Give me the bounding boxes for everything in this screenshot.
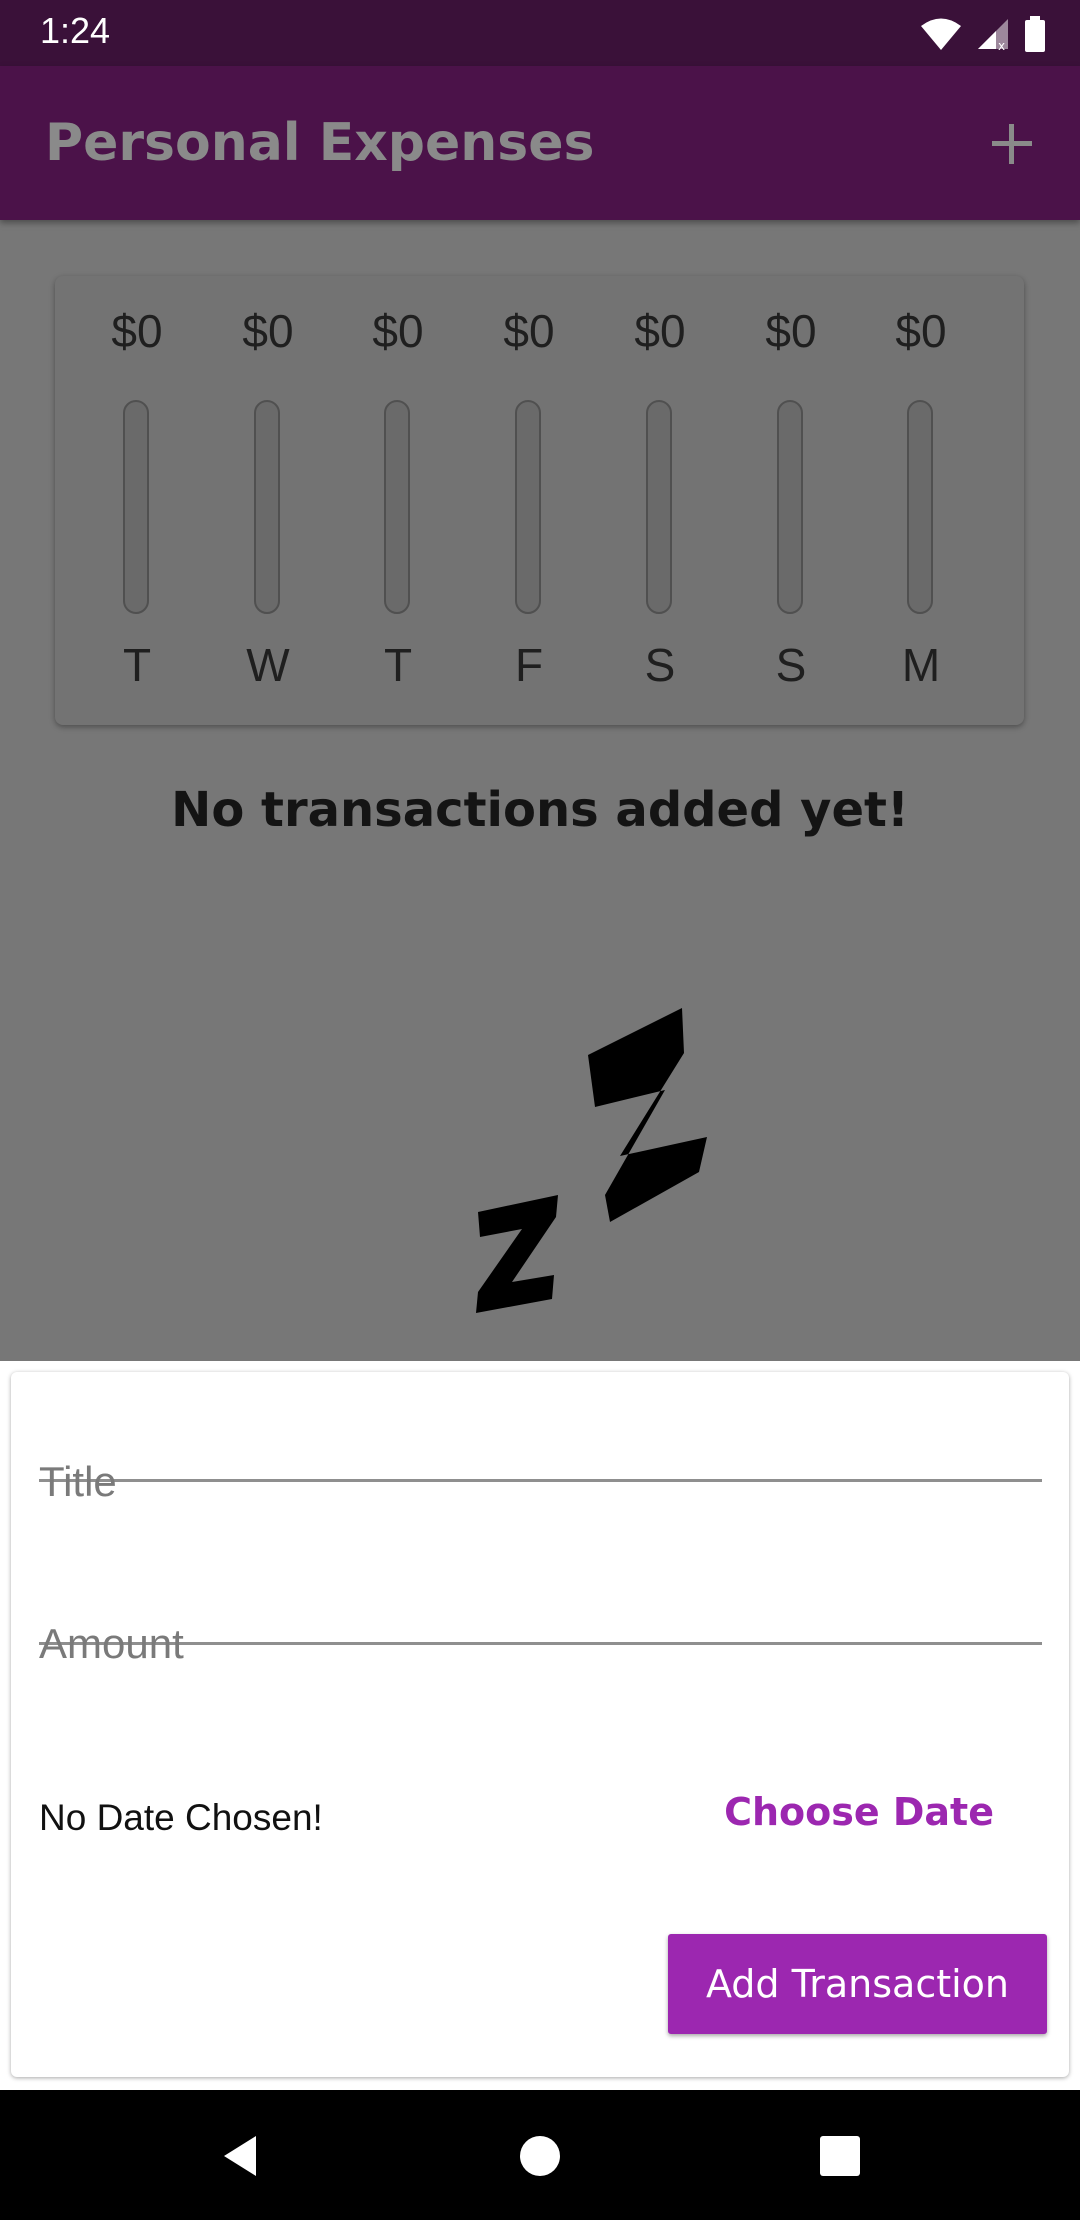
choose-date-button[interactable]: Choose Date xyxy=(724,1790,994,1834)
status-bar: 1:24 x xyxy=(0,0,1080,66)
battery-icon xyxy=(1025,16,1045,52)
bar-day-label: M xyxy=(901,639,941,691)
cell-signal-icon: x xyxy=(978,19,1008,51)
bar-amount: $0 xyxy=(372,305,424,357)
recents-icon[interactable] xyxy=(816,2132,864,2180)
bar-day-label: T xyxy=(122,639,152,691)
wifi-icon xyxy=(921,18,961,50)
amount-input[interactable] xyxy=(39,1620,1042,1668)
bar-day-label: S xyxy=(644,639,676,691)
bar-day-label: T xyxy=(383,639,413,691)
chosen-date-text: No Date Chosen! xyxy=(39,1797,323,1838)
add-transaction-button[interactable]: Add Transaction xyxy=(668,1934,1047,2034)
bar-day-label: F xyxy=(514,639,544,691)
sleeping-zz-icon xyxy=(476,1008,707,1313)
chart-bar: $0 W xyxy=(203,276,333,725)
chart-bar: $0 S xyxy=(726,276,856,725)
chart-bar: $0 S xyxy=(595,276,725,725)
status-icons: x xyxy=(920,14,1046,54)
system-nav-bar xyxy=(0,2090,1080,2220)
bar-amount: $0 xyxy=(634,305,686,357)
chart-bar: $0 F xyxy=(464,276,594,725)
status-time: 1:24 xyxy=(40,10,111,51)
bar-amount: $0 xyxy=(242,305,294,357)
bar-track xyxy=(777,400,803,614)
weekly-chart: $0 T $0 W $0 T $0 F $0 S $0 S $0 M xyxy=(55,276,1024,725)
title-input[interactable] xyxy=(39,1458,1042,1506)
app-bar: Personal Expenses xyxy=(0,66,1080,220)
plus-icon[interactable] xyxy=(984,116,1040,172)
title-field xyxy=(39,1372,1042,1506)
bar-day-label: S xyxy=(775,639,807,691)
new-transaction-form: No Date Chosen! Choose Date Add Transact… xyxy=(11,1372,1069,2077)
bar-day-label: W xyxy=(246,639,290,691)
back-icon[interactable] xyxy=(216,2132,264,2180)
amount-field xyxy=(39,1535,1042,1668)
bar-track xyxy=(384,400,410,614)
bar-track xyxy=(123,400,149,614)
bar-amount: $0 xyxy=(503,305,555,357)
chart-bar: $0 T xyxy=(333,276,463,725)
bar-amount: $0 xyxy=(111,305,163,357)
svg-text:x: x xyxy=(998,39,1005,51)
bar-track xyxy=(646,400,672,614)
chart-bar: $0 T xyxy=(72,276,202,725)
page-title: Personal Expenses xyxy=(45,113,595,173)
bar-track xyxy=(515,400,541,614)
empty-state-message: No transactions added yet! xyxy=(171,782,909,838)
bar-amount: $0 xyxy=(895,305,947,357)
bar-track xyxy=(254,400,280,614)
bar-track xyxy=(907,400,933,614)
home-icon[interactable] xyxy=(516,2132,564,2180)
chart-bar: $0 M xyxy=(856,276,986,725)
bar-amount: $0 xyxy=(765,305,817,357)
